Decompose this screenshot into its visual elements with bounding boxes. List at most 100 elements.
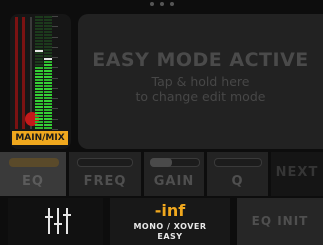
easy-mode-panel[interactable]: EASY MODE ACTIVE Tap & hold here to chan… bbox=[78, 14, 323, 149]
meter-segment bbox=[44, 55, 52, 57]
meter-segment bbox=[35, 67, 43, 69]
meter-segment bbox=[35, 115, 43, 117]
meter-segment bbox=[44, 85, 52, 87]
easy-mode-hint-line1: Tap & hold here bbox=[151, 74, 250, 89]
meter-segment bbox=[35, 58, 43, 60]
meter-scale bbox=[52, 16, 58, 130]
tab-eq-label: EQ bbox=[22, 174, 44, 189]
tab-next-label: NEXT bbox=[275, 165, 319, 180]
meter-segment bbox=[44, 40, 52, 42]
meter-segment bbox=[44, 64, 52, 66]
meter-segment bbox=[44, 52, 52, 54]
meter-segment bbox=[35, 124, 43, 126]
meter-segment bbox=[44, 118, 52, 120]
meter-segment bbox=[35, 19, 43, 21]
gain-display[interactable]: -inf MONO / XOVER EASY bbox=[110, 198, 230, 245]
level-meter-left bbox=[35, 16, 43, 130]
easy-mode-hint-line2: to change edit mode bbox=[135, 89, 266, 104]
meter-segment bbox=[35, 79, 43, 81]
meter-segment bbox=[35, 31, 43, 33]
eq-init-button[interactable]: EQ INIT bbox=[237, 198, 323, 245]
easy-mode-title: EASY MODE ACTIVE bbox=[92, 49, 309, 71]
meter-segment bbox=[44, 82, 52, 84]
channel-label[interactable]: MAIN/MIX bbox=[12, 131, 68, 145]
meter-segment bbox=[44, 97, 52, 99]
meter-segment bbox=[35, 22, 43, 24]
meter-segment bbox=[35, 28, 43, 30]
meter-segment bbox=[44, 31, 52, 33]
meter-segment bbox=[35, 97, 43, 99]
meter-segment bbox=[35, 112, 43, 114]
tab-q-label: Q bbox=[231, 174, 244, 189]
fader-track-right bbox=[22, 17, 25, 129]
meter-segment bbox=[35, 85, 43, 87]
meter-segment bbox=[35, 25, 43, 27]
meter-segment bbox=[44, 61, 52, 63]
meter-segment bbox=[35, 16, 43, 18]
fader-sliders-icon bbox=[43, 208, 73, 234]
meter-segment bbox=[35, 73, 43, 75]
meter-segment bbox=[44, 127, 52, 129]
meter-segment bbox=[35, 109, 43, 111]
eq-init-label: EQ INIT bbox=[251, 214, 309, 228]
meter-segment bbox=[35, 106, 43, 108]
meter-segment bbox=[35, 34, 43, 36]
meter-segment bbox=[35, 70, 43, 72]
meter-segment bbox=[35, 94, 43, 96]
meter-segment bbox=[44, 103, 52, 105]
meter-segment bbox=[44, 112, 52, 114]
fader-track-left bbox=[15, 17, 18, 129]
meter-segment bbox=[35, 61, 43, 63]
meter-segment bbox=[35, 76, 43, 78]
bottom-bar: -inf MONO / XOVER EASY EQ INIT bbox=[0, 198, 323, 245]
page-indicator bbox=[150, 2, 174, 6]
tab-q[interactable]: Q bbox=[207, 152, 271, 196]
level-meter-right bbox=[44, 16, 52, 130]
tab-next[interactable]: NEXT bbox=[271, 152, 323, 196]
meter-segment bbox=[44, 76, 52, 78]
meter-segment bbox=[35, 52, 43, 54]
tab-freq-label: FREQ bbox=[83, 174, 127, 189]
meter-segment bbox=[44, 70, 52, 72]
meter-segment bbox=[35, 100, 43, 102]
meter-segment bbox=[44, 19, 52, 21]
meter-segment bbox=[44, 16, 52, 18]
meter-segment bbox=[35, 40, 43, 42]
meter-segment bbox=[35, 37, 43, 39]
meter-segment bbox=[35, 127, 43, 129]
meter-segment bbox=[44, 43, 52, 45]
meter-segment bbox=[44, 73, 52, 75]
meter-segment bbox=[35, 55, 43, 57]
meter-segment bbox=[44, 49, 52, 51]
meter-segment bbox=[44, 34, 52, 36]
channel-meter[interactable] bbox=[10, 14, 71, 149]
meter-segment bbox=[35, 91, 43, 93]
tab-gain[interactable]: GAIN bbox=[144, 152, 207, 196]
easy-mode-hint: Tap & hold here to change edit mode bbox=[78, 74, 323, 104]
peak-hold-left bbox=[35, 50, 43, 52]
peak-hold-right bbox=[44, 58, 52, 60]
meter-segment bbox=[44, 28, 52, 30]
meter-segment bbox=[44, 88, 52, 90]
meter-segment bbox=[35, 82, 43, 84]
meter-segment bbox=[44, 109, 52, 111]
gain-value-fill bbox=[150, 158, 172, 167]
mixer-view-button[interactable] bbox=[8, 198, 103, 245]
meter-segment bbox=[44, 67, 52, 69]
meter-segment bbox=[44, 100, 52, 102]
meter-segment bbox=[44, 79, 52, 81]
gain-value: -inf bbox=[154, 201, 186, 220]
mode-label-line1: MONO / XOVER bbox=[133, 222, 207, 231]
mode-label-line2: EASY bbox=[157, 232, 183, 241]
mode-label: MONO / XOVER EASY bbox=[110, 222, 230, 242]
meter-segment bbox=[44, 25, 52, 27]
tab-freq[interactable]: FREQ bbox=[69, 152, 144, 196]
meter-segment bbox=[35, 118, 43, 120]
q-value-bar bbox=[214, 158, 262, 167]
eq-toggle-indicator bbox=[9, 158, 59, 167]
tab-gain-label: GAIN bbox=[153, 174, 195, 189]
tab-eq[interactable]: EQ bbox=[0, 152, 69, 196]
meter-segment bbox=[44, 22, 52, 24]
meter-segment bbox=[44, 91, 52, 93]
freq-value-bar bbox=[77, 158, 133, 167]
